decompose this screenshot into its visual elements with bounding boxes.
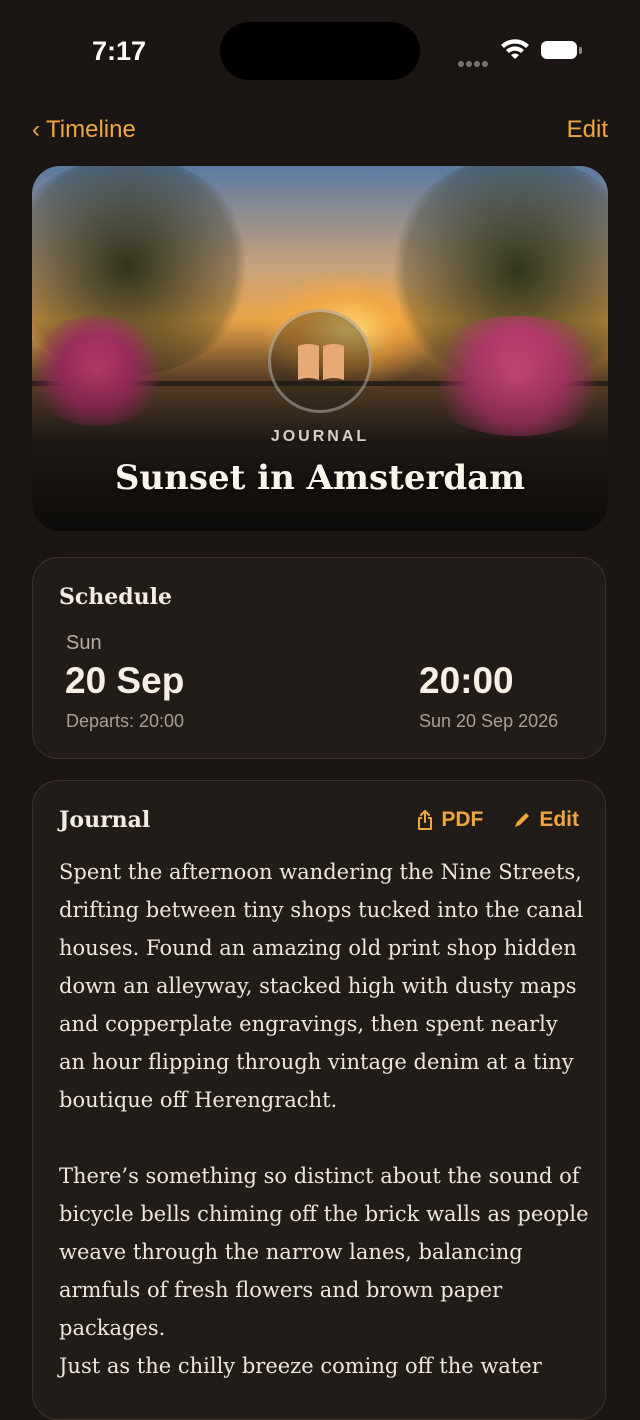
- schedule-card: Schedule Sun 20 Sep Departs: 20:00 20:00…: [32, 557, 606, 759]
- status-time: 7:17: [92, 36, 147, 66]
- pdf-button[interactable]: PDF: [417, 808, 483, 832]
- schedule-day: Sun: [66, 632, 102, 654]
- hero-image: JOURNAL Sunset in Amsterdam: [32, 166, 608, 531]
- journal-edit-label: Edit: [539, 808, 579, 831]
- schedule-full-date: Sun 20 Sep 2026: [419, 711, 559, 731]
- schedule-departs: Departs: 20:00: [66, 711, 185, 731]
- share-icon: [418, 810, 433, 830]
- journal-paragraph: There’s something so distinct about the …: [59, 1164, 589, 1340]
- dynamic-island: [220, 22, 420, 80]
- schedule-date: 20 Sep: [65, 660, 185, 701]
- journal-edit-button[interactable]: Edit: [513, 808, 579, 832]
- wifi-icon: [501, 39, 529, 59]
- journal-title: Journal: [59, 807, 151, 833]
- schedule-title: Schedule: [59, 584, 173, 610]
- back-label: Timeline: [46, 116, 136, 143]
- back-button[interactable]: ‹ Timeline: [32, 116, 136, 144]
- journal-badge: [268, 309, 372, 413]
- hero-kicker: JOURNAL: [270, 428, 370, 445]
- pdf-label: PDF: [441, 808, 484, 831]
- signal-icon: [458, 54, 490, 72]
- chevron-left-icon: ‹: [32, 116, 40, 143]
- book-icon: [298, 344, 344, 380]
- hero-title: Sunset in Amsterdam: [114, 458, 526, 498]
- pencil-icon: [515, 813, 530, 827]
- journal-paragraph: Spent the afternoon wandering the Nine S…: [59, 860, 584, 1112]
- battery-icon: [541, 41, 582, 59]
- status-bar: 7:17: [0, 0, 640, 100]
- journal-paragraph: Just as the chilly breeze coming off the…: [59, 1354, 542, 1378]
- journal-body: Spent the afternoon wandering the Nine S…: [59, 853, 589, 1385]
- journal-actions: PDF Edit: [417, 808, 579, 832]
- schedule-time: 20:00: [419, 660, 514, 701]
- edit-button[interactable]: Edit: [567, 116, 608, 144]
- journal-card: Journal PDF Edit Spent the afternoon wan…: [32, 780, 606, 1420]
